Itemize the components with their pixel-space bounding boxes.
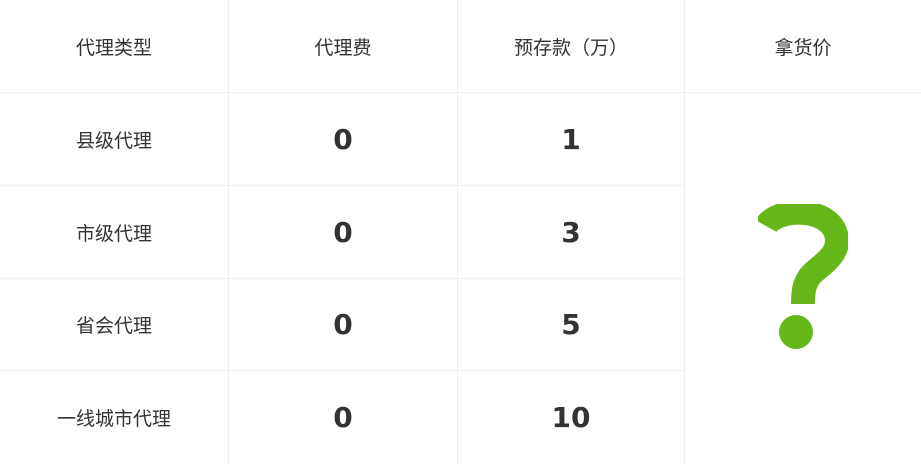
row-deposit: 1 xyxy=(458,93,685,186)
question-mark-icon xyxy=(758,203,848,354)
wholesale-price-cell xyxy=(685,93,921,464)
agent-pricing-table: 代理类型 代理费 预存款（万） 拿货价 县级代理 0 1 市级代理 0 3 省会… xyxy=(0,0,921,464)
row-agent-type: 市级代理 xyxy=(0,186,229,279)
header-wholesale-price: 拿货价 xyxy=(685,0,921,93)
row-agent-fee: 0 xyxy=(229,186,458,279)
row-agent-fee: 0 xyxy=(229,93,458,186)
row-deposit: 10 xyxy=(458,371,685,464)
row-deposit: 5 xyxy=(458,279,685,371)
row-agent-type: 省会代理 xyxy=(0,279,229,371)
header-deposit: 预存款（万） xyxy=(458,0,685,93)
header-agent-type: 代理类型 xyxy=(0,0,229,93)
row-agent-fee: 0 xyxy=(229,279,458,371)
header-agent-fee: 代理费 xyxy=(229,0,458,93)
row-agent-type: 一线城市代理 xyxy=(0,371,229,464)
row-deposit: 3 xyxy=(458,186,685,279)
row-agent-fee: 0 xyxy=(229,371,458,464)
row-agent-type: 县级代理 xyxy=(0,93,229,186)
